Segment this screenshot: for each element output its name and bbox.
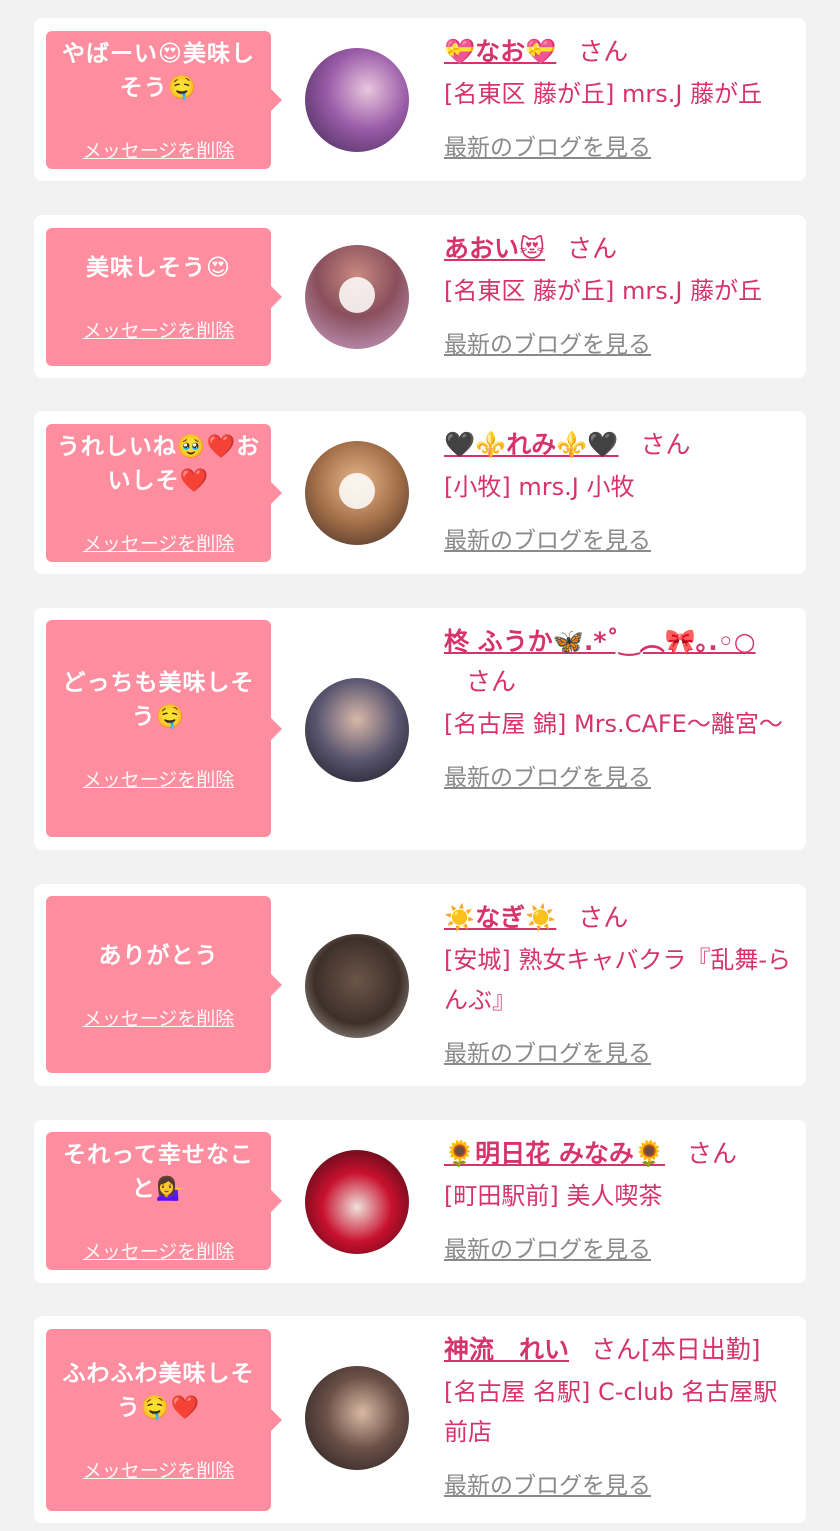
cast-name-link[interactable]: 🖤⚜️れみ⚜️🖤 [444, 430, 619, 459]
shop-name: [名古屋 錦] Mrs.CAFE～離宮～ [444, 710, 783, 738]
latest-blog-link[interactable]: 最新のブログを見る [444, 758, 651, 792]
delete-message-link[interactable]: メッセージを削除 [83, 1237, 235, 1264]
message-bubble: ふわふわ美味しそう🤤❤️ メッセージを削除 [46, 1329, 282, 1511]
name-line: あおい😻 さん [444, 229, 799, 269]
latest-blog-link[interactable]: 最新のブログを見る [444, 1034, 651, 1068]
san-suffix: さん [466, 667, 517, 696]
san-suffix: さん [567, 234, 618, 263]
delete-message-link[interactable]: メッセージを削除 [83, 1456, 235, 1483]
bubble-content: それって幸せなこと💁‍♀️ メッセージを削除 [46, 1138, 271, 1264]
cast-info: あおい😻 さん [名東区 藤が丘] mrs.J 藤が丘最新のブログを見る [444, 229, 799, 359]
cast-info: 🖤⚜️れみ⚜️🖤 さん [小牧] mrs.J 小牧 最新のブログを見る [444, 425, 799, 555]
message-bubble: 美味しそう😍 メッセージを削除 [46, 228, 282, 366]
message-card: ふわふわ美味しそう🤤❤️ メッセージを削除 神流 れい さん[本日出勤] [名古屋 名駅… [34, 1316, 806, 1523]
message-card: ありがとうメッセージを削除 ☀️なぎ☀️ さん [安城] 熟女キャバクラ『乱舞-らんぶ… [34, 884, 806, 1086]
bubble-content: ふわふわ美味しそう🤤❤️ メッセージを削除 [46, 1357, 271, 1483]
avatar[interactable] [305, 934, 409, 1038]
cast-info: ☀️なぎ☀️ さん [安城] 熟女キャバクラ『乱舞-らんぶ』最新のブログを見る [444, 898, 799, 1068]
avatar[interactable] [305, 245, 409, 349]
cast-info: 神流 れい さん[本日出勤] [名古屋 名駅] C-club 名古屋駅前店最新のブロ… [444, 1330, 799, 1500]
name-line: 🌻明日花 みなみ🌻 さん [444, 1134, 799, 1174]
shop-name: [町田駅前] 美人喫茶 [444, 1182, 663, 1210]
name-line: ☀️なぎ☀️ さん [444, 898, 799, 938]
shop-name: [小牧] mrs.J 小牧 [444, 473, 635, 501]
avatar[interactable] [305, 48, 409, 152]
name-line: 🖤⚜️れみ⚜️🖤 さん [444, 425, 799, 465]
message-card: うれしいね🥹❤️おいしそ❤️ メッセージを削除 🖤⚜️れみ⚜️🖤 さん [小牧] mrs… [34, 411, 806, 574]
message-bubble: うれしいね🥹❤️おいしそ❤️ メッセージを削除 [46, 424, 282, 562]
bubble-content: どっちも美味しそう🤤 メッセージを削除 [46, 666, 271, 792]
latest-blog-link[interactable]: 最新のブログを見る [444, 521, 651, 555]
heart-cover-icon [339, 473, 375, 509]
message-text: うれしいね🥹❤️おいしそ❤️ [56, 434, 261, 494]
avatar[interactable] [305, 678, 409, 782]
avatar[interactable] [305, 1150, 409, 1254]
message-bubble: どっちも美味しそう🤤 メッセージを削除 [46, 620, 282, 837]
cast-name-link[interactable]: 💝なお💝 [444, 37, 556, 66]
latest-blog-link[interactable]: 最新のブログを見る [444, 128, 651, 162]
bubble-content: 美味しそう😍 メッセージを削除 [46, 251, 271, 343]
san-suffix: さん [686, 1139, 737, 1168]
san-suffix: さん [591, 1335, 642, 1364]
message-text: ふわふわ美味しそう🤤❤️ [62, 1361, 255, 1421]
cast-name-link[interactable]: 柊 ふうか🦋.*˚‿︵🎀｡.◦○ [444, 627, 756, 656]
message-card: やばーい😍美味しそう🤤 メッセージを削除 💝なお💝 さん [名東区 藤が丘] mrs.J… [34, 18, 806, 181]
message-bubble: やばーい😍美味しそう🤤 メッセージを削除 [46, 31, 282, 169]
avatar[interactable] [305, 441, 409, 545]
name-line: 💝なお💝 さん [444, 32, 799, 72]
message-text: ありがとう [98, 942, 219, 969]
san-suffix: さん [578, 903, 629, 932]
bubble-content: うれしいね🥹❤️おいしそ❤️ メッセージを削除 [46, 430, 271, 556]
cast-name-link[interactable]: ☀️なぎ☀️ [444, 903, 556, 932]
cast-info: 🌻明日花 みなみ🌻 さん [町田駅前] 美人喫茶最新のブログを見る [444, 1134, 799, 1264]
cast-info: 💝なお💝 さん [名東区 藤が丘] mrs.J 藤が丘最新のブログを見る [444, 32, 799, 162]
cast-name-link[interactable]: 🌻明日花 みなみ🌻 [444, 1139, 665, 1168]
message-text: それって幸せなこと💁‍♀️ [63, 1142, 254, 1202]
cast-name-link[interactable]: あおい😻 [444, 234, 545, 263]
message-card: 美味しそう😍 メッセージを削除 あおい😻 さん [名東区 藤が丘] mrs.J 藤が丘最… [34, 215, 806, 378]
shop-name: [名東区 藤が丘] mrs.J 藤が丘 [444, 80, 763, 108]
name-line: 柊 ふうか🦋.*˚‿︵🎀｡.◦○ さん [444, 622, 799, 702]
message-card: それって幸せなこと💁‍♀️ メッセージを削除 🌻明日花 みなみ🌻 さん [町田駅前] 美… [34, 1120, 806, 1283]
message-text: どっちも美味しそう🤤 [62, 669, 255, 730]
name-line: 神流 れい さん[本日出勤] [444, 1330, 799, 1370]
delete-message-link[interactable]: メッセージを削除 [83, 765, 235, 792]
san-suffix: さん [640, 430, 691, 459]
bubble-content: やばーい😍美味しそう🤤 メッセージを削除 [46, 37, 271, 163]
latest-blog-link[interactable]: 最新のブログを見る [444, 325, 651, 359]
shop-name: [名東区 藤が丘] mrs.J 藤が丘 [444, 277, 763, 305]
latest-blog-link[interactable]: 最新のブログを見る [444, 1466, 651, 1500]
cast-info: 柊 ふうか🦋.*˚‿︵🎀｡.◦○ さん [名古屋 錦] Mrs.CAFE～離宮～ 最新… [444, 622, 799, 792]
delete-message-link[interactable]: メッセージを削除 [83, 529, 235, 556]
heart-cover-icon [339, 277, 375, 313]
shop-name: [安城] 熟女キャバクラ『乱舞-らんぶ』 [444, 946, 792, 1014]
message-bubble: ありがとうメッセージを削除 [46, 896, 282, 1073]
message-text: やばーい😍美味しそう🤤 [62, 41, 255, 101]
message-card: どっちも美味しそう🤤 メッセージを削除 柊 ふうか🦋.*˚‿︵🎀｡.◦○ さん [名古屋… [34, 608, 806, 850]
attendance-badge: [本日出勤] [641, 1335, 761, 1364]
delete-message-link[interactable]: メッセージを削除 [83, 136, 235, 163]
message-text: 美味しそう😍 [86, 255, 231, 281]
bubble-content: ありがとうメッセージを削除 [46, 939, 271, 1031]
san-suffix: さん [578, 37, 629, 66]
message-list: やばーい😍美味しそう🤤 メッセージを削除 💝なお💝 さん [名東区 藤が丘] mrs.J… [0, 0, 840, 1531]
cast-name-link[interactable]: 神流 れい [444, 1335, 569, 1364]
shop-name: [名古屋 名駅] C-club 名古屋駅前店 [444, 1378, 778, 1446]
avatar[interactable] [305, 1366, 409, 1470]
latest-blog-link[interactable]: 最新のブログを見る [444, 1230, 651, 1264]
message-bubble: それって幸せなこと💁‍♀️ メッセージを削除 [46, 1132, 282, 1270]
delete-message-link[interactable]: メッセージを削除 [83, 1004, 235, 1031]
delete-message-link[interactable]: メッセージを削除 [83, 316, 235, 343]
